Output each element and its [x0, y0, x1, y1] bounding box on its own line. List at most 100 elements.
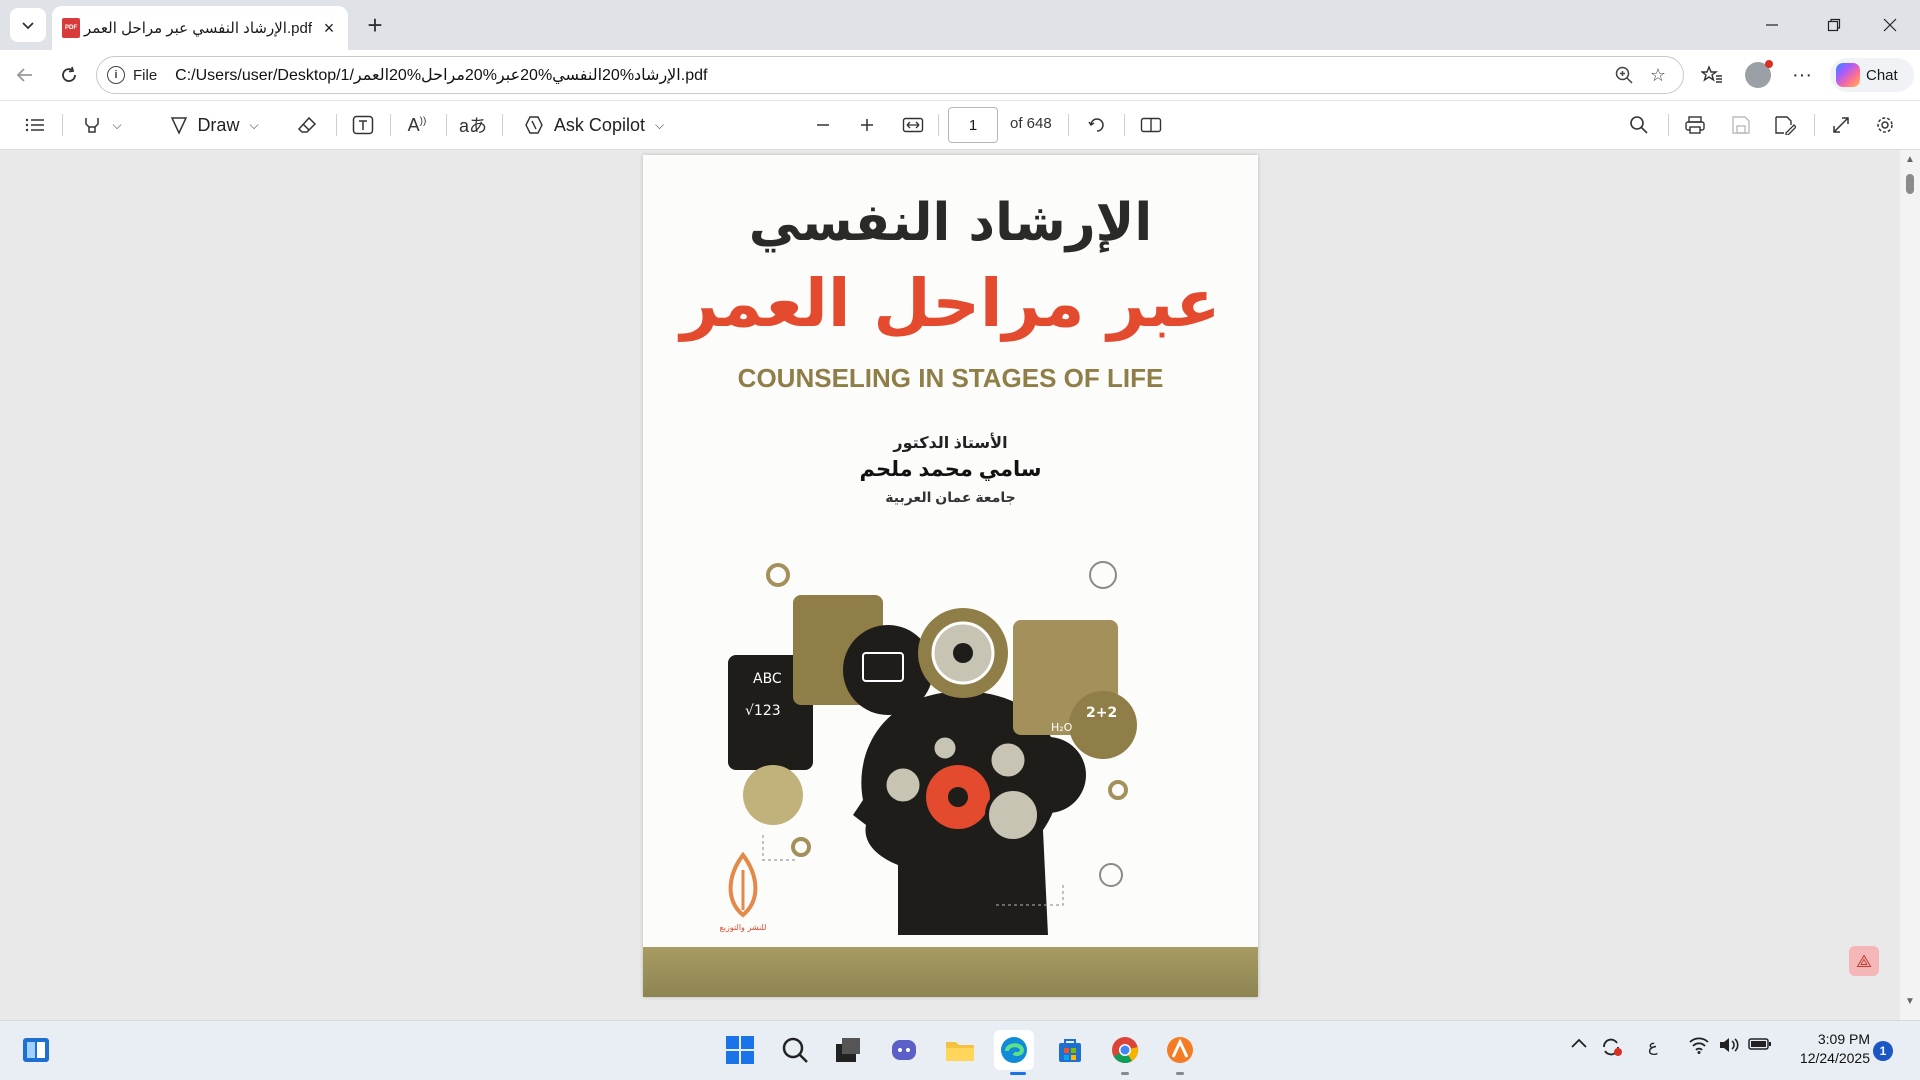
pen-icon — [171, 117, 188, 135]
minimize-button[interactable] — [1752, 8, 1792, 42]
wifi-button[interactable] — [1688, 1036, 1710, 1059]
tab-list-button[interactable] — [10, 8, 46, 42]
sync-status-button[interactable] — [1600, 1036, 1624, 1063]
clock[interactable]: 3:09 PM 12/24/2025 — [1780, 1030, 1870, 1068]
page-view-icon — [1140, 117, 1162, 133]
back-button[interactable] — [8, 58, 42, 92]
minus-icon — [817, 124, 829, 126]
tab-close-icon[interactable]: × — [320, 18, 338, 38]
favorites-icon[interactable] — [1694, 58, 1730, 92]
profile-alert-dot — [1765, 60, 1773, 68]
app-button[interactable] — [1160, 1030, 1200, 1070]
zoom-in-button[interactable] — [850, 108, 884, 142]
toolbar-separator — [446, 114, 447, 136]
vertical-scrollbar[interactable]: ▲ ▼ — [1900, 150, 1920, 1020]
refresh-button[interactable] — [52, 58, 86, 92]
ask-copilot-button[interactable]: Ask Copilot ⌵ — [518, 108, 670, 142]
teams-button[interactable] — [884, 1030, 924, 1070]
toolbar-separator — [390, 114, 391, 136]
highlight-button[interactable]: ⌵ — [74, 108, 130, 142]
list-icon — [25, 118, 44, 132]
battery-icon — [1748, 1038, 1771, 1050]
search-icon — [782, 1037, 808, 1063]
settings-button[interactable] — [1868, 108, 1902, 142]
widgets-button[interactable] — [16, 1030, 56, 1070]
clock-date: 12/24/2025 — [1799, 1050, 1870, 1066]
erase-button[interactable] — [290, 108, 324, 142]
copilot-icon — [1836, 63, 1860, 87]
start-button[interactable] — [720, 1030, 760, 1070]
battery-button[interactable] — [1748, 1036, 1772, 1057]
favorites-list-icon — [1701, 65, 1722, 83]
book-title-line1: الإرشاد النفسي — [748, 193, 1153, 253]
acrobat-icon[interactable]: ⟁ — [1849, 946, 1879, 976]
favorite-star-icon[interactable]: ☆ — [1643, 60, 1673, 90]
text-box-button[interactable] — [346, 108, 380, 142]
url-text[interactable]: C:/Users/user/Desktop/1/الإرشاد%20النفسي… — [175, 65, 1605, 85]
page-number-input[interactable]: 1 — [948, 107, 998, 143]
address-bar[interactable]: i File C:/Users/user/Desktop/1/الإرشاد%2… — [96, 56, 1684, 94]
close-icon — [1883, 18, 1897, 32]
book-title-line2: عبر مراحل العمر — [680, 265, 1221, 342]
save-icon — [1732, 116, 1750, 134]
find-button[interactable] — [1622, 108, 1656, 142]
zoom-icon[interactable] — [1609, 60, 1639, 90]
restore-button[interactable] — [1814, 8, 1854, 42]
publisher-text: للنشر والتوزيع — [719, 923, 766, 932]
fit-width-button[interactable] — [896, 108, 930, 142]
more-menu-button[interactable]: ··· — [1784, 58, 1820, 92]
scroll-thumb[interactable] — [1906, 174, 1914, 194]
toolbar-separator — [1814, 114, 1815, 136]
profile-button[interactable] — [1740, 58, 1776, 92]
save-button[interactable] — [1724, 108, 1758, 142]
zoom-out-button[interactable] — [806, 108, 840, 142]
scroll-up-arrow[interactable]: ▲ — [1905, 154, 1915, 165]
task-view-button[interactable] — [828, 1030, 868, 1070]
rotate-button[interactable] — [1080, 108, 1114, 142]
print-button[interactable] — [1678, 108, 1712, 142]
chrome-button[interactable] — [1105, 1030, 1145, 1070]
close-window-button[interactable] — [1870, 8, 1910, 42]
show-hidden-icons-button[interactable] — [1570, 1036, 1588, 1054]
volume-button[interactable] — [1718, 1036, 1740, 1059]
search-button[interactable] — [775, 1030, 815, 1070]
wifi-icon — [1689, 1037, 1709, 1054]
avatar — [1745, 60, 1773, 88]
author-name: سامي محمد ملحم — [859, 458, 1042, 481]
page-total-label: of 648 — [1010, 115, 1052, 132]
active-tab[interactable]: PDF الإرشاد النفسي عبر مراحل العمر.pdf × — [52, 6, 348, 50]
highlighter-icon — [85, 118, 100, 133]
read-aloud-button[interactable]: A)) — [400, 108, 434, 142]
restore-icon — [1827, 18, 1841, 32]
chrome-icon — [1112, 1037, 1139, 1064]
page-view-button[interactable] — [1134, 108, 1168, 142]
edge-button[interactable] — [994, 1030, 1034, 1070]
notification-badge[interactable]: 1 — [1873, 1041, 1893, 1061]
toolbar-separator — [502, 114, 503, 136]
file-explorer-button[interactable] — [940, 1030, 980, 1070]
fullscreen-button[interactable] — [1824, 108, 1858, 142]
windows-icon — [726, 1036, 754, 1064]
info-icon[interactable]: i — [107, 66, 125, 84]
task-view-icon — [836, 1038, 860, 1062]
scroll-down-arrow[interactable]: ▼ — [1905, 996, 1915, 1007]
draw-button[interactable]: Draw ⌵ — [158, 108, 270, 142]
file-scheme-label: File — [133, 66, 158, 84]
speaker-icon — [1720, 1038, 1739, 1052]
zoom-in-icon — [1615, 66, 1633, 84]
refresh-icon — [62, 66, 76, 82]
language-indicator[interactable]: ع — [1648, 1036, 1658, 1056]
cover-bottom-band — [643, 947, 1258, 997]
meet-icon — [892, 1040, 916, 1060]
chat-label: Chat — [1866, 66, 1898, 84]
fit-width-icon — [902, 117, 924, 133]
copilot-chat-button[interactable]: Chat — [1830, 58, 1914, 92]
sqrt-label: √123 — [745, 703, 781, 719]
pdf-page: الإرشاد النفسي عبر مراحل العمر COUNSELIN… — [643, 155, 1258, 997]
contents-button[interactable] — [18, 108, 52, 142]
cover-illustration: ABC √123 2+2 H₂O — [728, 561, 1137, 935]
translate-button[interactable]: aあ — [456, 108, 490, 142]
new-tab-button[interactable]: + — [360, 10, 390, 40]
store-button[interactable] — [1050, 1030, 1090, 1070]
save-as-button[interactable] — [1768, 108, 1802, 142]
